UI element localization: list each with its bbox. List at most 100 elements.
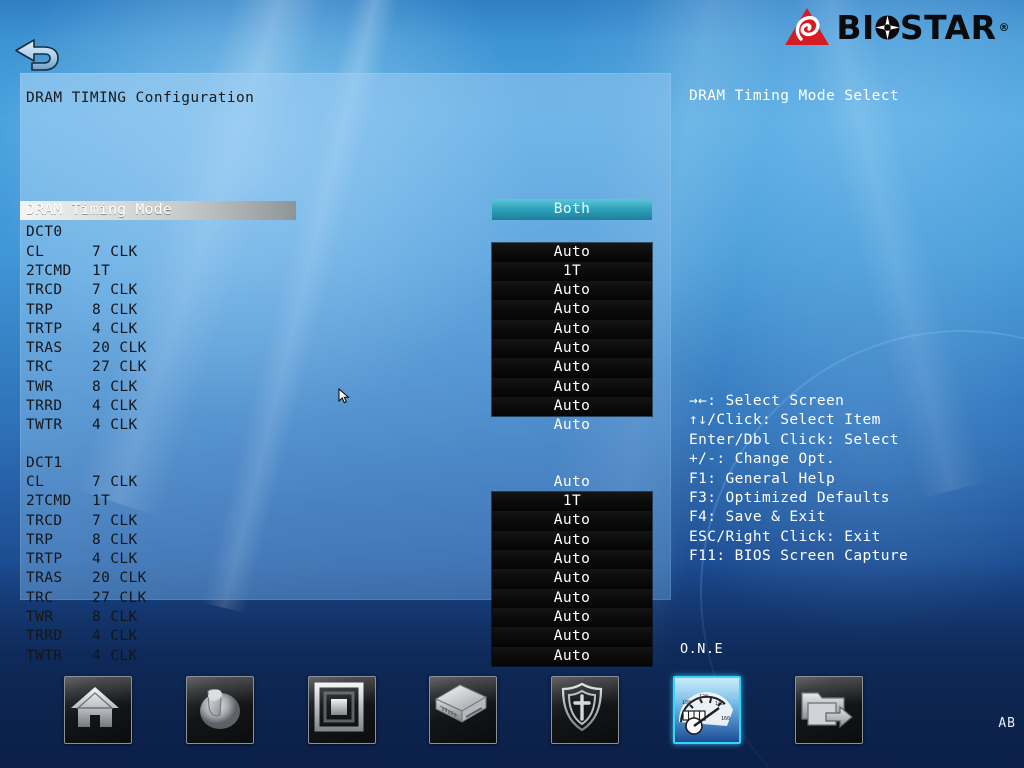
setting-value[interactable]: Auto <box>492 473 652 492</box>
wordmark-bi: BI <box>836 7 875 47</box>
taskbar-item-chipset[interactable] <box>308 676 376 744</box>
setting-row-timing: 1T <box>92 493 111 510</box>
setting-value[interactable]: Auto <box>492 530 652 551</box>
setting-row[interactable]: TRP 8 CLK <box>26 531 138 549</box>
setting-row[interactable]: TRP 8 CLK <box>26 301 138 319</box>
setting-row-label: TRC <box>26 589 54 606</box>
setting-value[interactable]: Auto <box>492 339 652 359</box>
setting-row-dram-timing-mode[interactable]: DRAM Timing Mode <box>20 201 296 220</box>
taskbar-item-security[interactable] <box>551 676 619 744</box>
setting-value[interactable]: Auto <box>492 627 652 647</box>
setting-row[interactable]: TRTP 4 CLK <box>26 320 138 338</box>
setting-value[interactable]: Auto <box>492 358 652 378</box>
setting-row[interactable]: TWR 8 CLK <box>26 608 138 626</box>
taskbar-item-o-n-e[interactable]: 100 120 140 160 <box>673 676 741 744</box>
setting-row[interactable]: TRRD 4 CLK <box>26 397 138 415</box>
setting-row[interactable]: CL 7 CLK <box>26 243 138 261</box>
taskbar-item-advanced[interactable] <box>186 676 254 744</box>
taskbar-tile[interactable] <box>186 676 254 744</box>
setting-row[interactable]: TRTP 4 CLK <box>26 550 138 568</box>
taskbar-item-exit[interactable] <box>795 676 863 744</box>
setting-row-timing: 7 CLK <box>92 243 138 260</box>
biostar-wordmark: BI STAR ® <box>836 11 1010 44</box>
help-key-line: F3: Optimized Defaults <box>689 489 890 506</box>
setting-row[interactable]: TRRD 4 CLK <box>26 627 138 645</box>
setting-row-label: TWR <box>26 378 54 395</box>
setting-row[interactable]: TRCD 7 CLK <box>26 281 138 299</box>
setting-row-label: TWTR <box>26 417 63 434</box>
setting-row-label: TRCD <box>26 282 63 299</box>
setting-value[interactable]: Auto <box>492 607 652 628</box>
setting-value-dram-timing-mode[interactable]: Both <box>492 199 652 220</box>
setting-row[interactable]: TWR 8 CLK <box>26 378 138 396</box>
active-tool-label: O.N.E <box>680 641 724 657</box>
setting-row-label: TWTR <box>26 647 63 664</box>
setting-row-label: TRRD <box>26 398 63 414</box>
setting-value-text: Both <box>553 201 591 217</box>
taskbar-tile[interactable] <box>64 676 132 744</box>
setting-row-timing: 7 CLK <box>92 473 138 490</box>
setting-value[interactable]: 1T <box>492 492 652 512</box>
setting-row-label: 2TCMD <box>26 262 72 279</box>
setting-row[interactable]: 2TCMD 1T <box>26 262 110 280</box>
taskbar-tile[interactable]: 100 120 140 160 <box>673 676 741 744</box>
page-title: DRAM TIMING Configuration <box>26 90 255 106</box>
biostar-logo: BI STAR ® <box>784 6 1010 48</box>
setting-row[interactable]: TRCD 7 CLK <box>26 512 138 530</box>
setting-value[interactable]: Auto <box>492 377 652 397</box>
setting-value[interactable]: Auto <box>492 588 652 608</box>
setting-row-timing: 8 CLK <box>92 531 138 548</box>
taskbar-item-main[interactable] <box>64 676 132 744</box>
biostar-triangle-icon <box>785 8 830 45</box>
setting-value[interactable]: Auto <box>492 281 652 301</box>
help-headline-area: DRAM Timing Mode Select <box>689 88 1019 104</box>
setting-row-timing: 4 CLK <box>92 417 138 434</box>
taskbar-tile[interactable] <box>551 676 619 744</box>
setting-row-timing: 4 CLK <box>92 628 138 645</box>
taskbar-item-boot[interactable] <box>429 676 497 744</box>
setting-row[interactable]: TRC 27 CLK <box>26 358 147 376</box>
setting-value[interactable]: Auto <box>492 396 652 417</box>
setting-value-group: 1T Auto Auto Auto Auto Auto Auto Auto Auto <box>492 492 652 666</box>
setting-row-label: TRP <box>26 301 54 318</box>
back-button[interactable] <box>8 34 70 78</box>
help-key-line: →←: Select Screen <box>689 393 845 409</box>
setting-row[interactable]: TRAS 20 CLK <box>26 339 147 357</box>
settings-value-column: Both Auto Auto 1T Auto Auto Auto Auto Auto Auto Au… <box>472 73 671 666</box>
setting-row[interactable]: TRC 27 CLK <box>26 589 147 607</box>
bios-screen: BI STAR ® DRAM TIMING Configuration DRAM… <box>0 0 1024 768</box>
setting-row[interactable]: CL 7 CLK <box>26 473 138 491</box>
setting-row-label: TWR <box>26 609 54 625</box>
setting-row[interactable]: TWTR 4 CLK <box>26 416 138 434</box>
setting-row-timing: 7 CLK <box>92 512 138 529</box>
help-key-line: F1: General Help <box>689 470 836 487</box>
setting-value[interactable]: Auto <box>492 511 652 531</box>
help-key-line: ESC/Right Click: Exit <box>689 528 881 545</box>
setting-row-timing: 4 CLK <box>92 647 138 664</box>
setting-row-timing: 20 CLK <box>92 340 147 357</box>
help-key-line: +/-: Change Opt. <box>689 451 836 468</box>
setting-value[interactable]: 1T <box>492 261 652 282</box>
wordmark-star: STAR <box>899 7 997 47</box>
setting-value[interactable]: Auto <box>492 550 652 570</box>
setting-value[interactable]: Auto <box>492 242 652 262</box>
setting-row-timing: 4 CLK <box>92 551 138 568</box>
setting-row[interactable]: TRAS 20 CLK <box>26 569 147 587</box>
svg-text:120: 120 <box>699 694 708 700</box>
setting-row[interactable]: TWTR 4 CLK <box>26 647 138 665</box>
setting-row-timing: 27 CLK <box>92 359 147 376</box>
setting-value[interactable]: Auto <box>492 319 652 340</box>
setting-value[interactable]: Auto <box>492 646 652 666</box>
taskbar-tile[interactable] <box>795 676 863 744</box>
help-headline: DRAM Timing Mode Select <box>689 88 899 104</box>
setting-row-label: TRAS <box>26 340 63 357</box>
setting-value[interactable]: Auto <box>492 416 652 435</box>
setting-value[interactable]: Auto <box>492 300 652 320</box>
help-key-line: F11: BIOS Screen Capture <box>689 548 909 565</box>
setting-value[interactable]: Auto <box>492 569 652 589</box>
setting-row[interactable]: 2TCMD 1T <box>26 492 110 510</box>
svg-text:100: 100 <box>682 700 691 706</box>
taskbar-tile[interactable] <box>429 676 497 744</box>
taskbar-tile[interactable] <box>308 676 376 744</box>
setting-row-label: TRAS <box>26 570 63 587</box>
